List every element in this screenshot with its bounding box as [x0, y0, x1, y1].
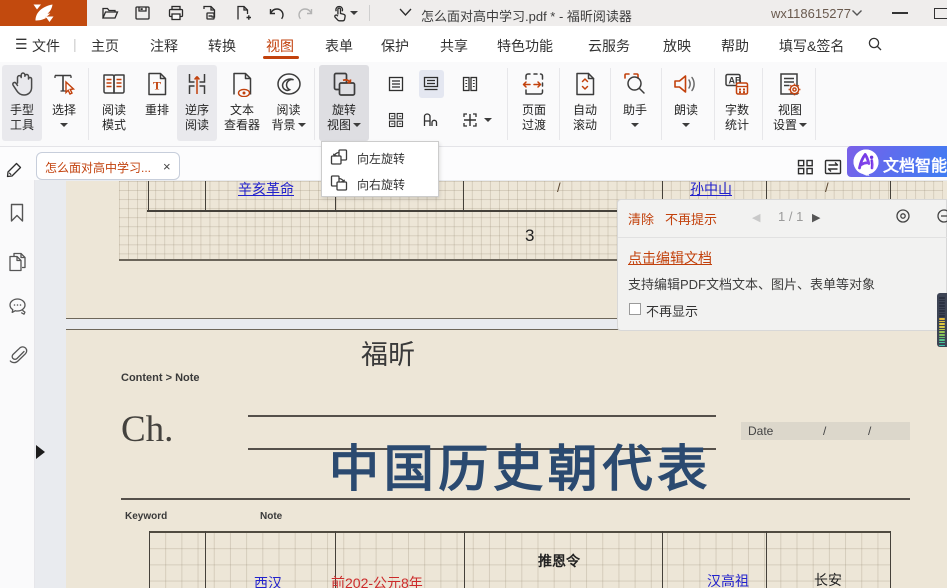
- svg-text:T: T: [153, 79, 161, 93]
